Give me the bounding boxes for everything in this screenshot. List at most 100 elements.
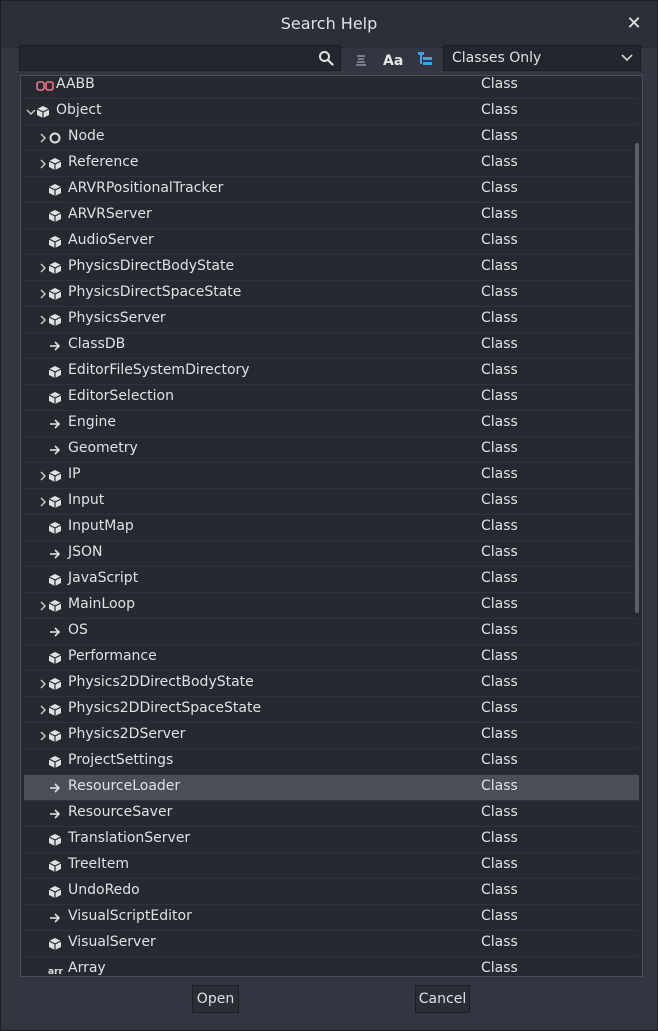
svg-text:arr: arr (48, 967, 64, 977)
object-icon (48, 366, 62, 378)
tree-row[interactable]: Input Class (24, 489, 639, 515)
tree-row-type: Class (481, 934, 518, 950)
tree-row-type: Class (481, 388, 518, 404)
tree-row[interactable]: TreeItem Class (24, 853, 639, 879)
tree-row[interactable]: AABB Class (24, 76, 639, 99)
tree-row-name: Input (68, 492, 105, 508)
tree-row[interactable]: arr Array Class (24, 957, 639, 977)
tree-row-type: Class (481, 206, 518, 222)
object-icon (48, 262, 62, 274)
filter-select[interactable]: Classes Only (443, 45, 641, 71)
tree-row[interactable]: VisualServer Class (24, 931, 639, 957)
tree-row-type: Class (481, 440, 518, 456)
tree-row-name: Performance (68, 648, 157, 664)
object-icon (48, 522, 62, 534)
hierarchy-button[interactable] (413, 47, 437, 71)
tree-row-type: Class (481, 960, 518, 976)
tree-row[interactable]: PhysicsDirectBodyState Class (24, 255, 639, 281)
object-icon (48, 704, 62, 716)
close-button[interactable]: ✕ (623, 13, 645, 35)
tree-row[interactable]: JSON Class (24, 541, 639, 567)
hierarchy-icon (418, 52, 432, 65)
arrow-right-icon (50, 783, 61, 793)
tree-row[interactable]: ResourceLoader Class (24, 775, 639, 801)
class-tree[interactable]: AABB Class Object Class Node Class Reference Cl… (20, 75, 643, 977)
tree-row[interactable]: AudioServer Class (24, 229, 639, 255)
tree-row[interactable]: EditorFileSystemDirectory Class (24, 359, 639, 385)
vertical-scrollbar[interactable] (635, 143, 639, 613)
tree-row-name: Physics2DDirectBodyState (68, 674, 254, 690)
tree-row[interactable]: ARVRServer Class (24, 203, 639, 229)
tree-row-name: Object (56, 102, 102, 118)
arrow-right-icon (50, 549, 61, 559)
cancel-button[interactable]: Cancel (415, 985, 470, 1013)
tree-row[interactable]: PhysicsServer Class (24, 307, 639, 333)
tree-row-name: Node (68, 128, 105, 144)
tree-row[interactable]: OS Class (24, 619, 639, 645)
chevron-down-icon (621, 54, 633, 62)
tree-row-name: ResourceLoader (68, 778, 181, 794)
tree-row-name: UndoRedo (68, 882, 140, 898)
arrow-right-icon (50, 809, 61, 819)
tree-row-type: Class (481, 154, 518, 170)
tree-row[interactable]: Engine Class (24, 411, 639, 437)
tree-row-type: Class (481, 466, 518, 482)
tree-row[interactable]: Node Class (24, 125, 639, 151)
tree-row-name: ResourceSaver (68, 804, 173, 820)
tree-row-name: EditorFileSystemDirectory (68, 362, 250, 378)
tree-row[interactable]: InputMap Class (24, 515, 639, 541)
tree-row-name: AABB (56, 76, 95, 92)
case-sensitive-icon: Aa (383, 53, 403, 69)
object-icon (36, 106, 50, 118)
tree-row[interactable]: Physics2DServer Class (24, 723, 639, 749)
tree-row[interactable]: Reference Class (24, 151, 639, 177)
tree-row-name: MainLoop (68, 596, 135, 612)
tree-row[interactable]: VisualScriptEditor Class (24, 905, 639, 931)
object-icon (48, 288, 62, 300)
tree-row[interactable]: ResourceSaver Class (24, 801, 639, 827)
tree-row-type: Class (481, 804, 518, 820)
dialog-title: Search Help (280, 14, 378, 33)
array-icon: arr (48, 967, 64, 977)
tree-row[interactable]: Physics2DDirectSpaceState Class (24, 697, 639, 723)
case-sensitive-button[interactable]: Aa (380, 47, 404, 71)
tree-row[interactable]: Object Class (24, 99, 639, 125)
tree-row[interactable]: MainLoop Class (24, 593, 639, 619)
search-input[interactable] (26, 49, 310, 69)
tree-row-type: Class (481, 362, 518, 378)
search-box (19, 45, 341, 71)
tree-row-name: InputMap (68, 518, 134, 534)
object-icon (48, 392, 62, 404)
tree-row[interactable]: Physics2DDirectBodyState Class (24, 671, 639, 697)
tree-row-name: PhysicsDirectSpaceState (68, 284, 242, 300)
tree-row[interactable]: IP Class (24, 463, 639, 489)
tree-row[interactable]: ProjectSettings Class (24, 749, 639, 775)
tree-row-type: Class (481, 908, 518, 924)
search-icon[interactable] (318, 50, 334, 66)
sort-tool-button[interactable] (349, 47, 373, 71)
tree-row-name: TranslationServer (68, 830, 191, 846)
tree-row[interactable]: ARVRPositionalTracker Class (24, 177, 639, 203)
tree-row-type: Class (481, 622, 518, 638)
tree-row[interactable]: Geometry Class (24, 437, 639, 463)
open-button[interactable]: Open (192, 985, 239, 1013)
tree-row-name: AudioServer (68, 232, 154, 248)
tree-row[interactable]: JavaScript Class (24, 567, 639, 593)
tree-row-type: Class (481, 778, 518, 794)
tree-row[interactable]: EditorSelection Class (24, 385, 639, 411)
tree-row-type: Class (481, 856, 518, 872)
tree-row-type: Class (481, 544, 518, 560)
tree-row[interactable]: UndoRedo Class (24, 879, 639, 905)
tree-row[interactable]: TranslationServer Class (24, 827, 639, 853)
object-icon (48, 938, 62, 950)
tree-row-name: PhysicsServer (68, 310, 166, 326)
object-icon (48, 678, 62, 690)
tree-row-name: PhysicsDirectBodyState (68, 258, 235, 274)
tree-row-type: Class (481, 310, 518, 326)
node-icon (49, 132, 61, 144)
search-help-dialog: Search Help ✕ Aa Classes Only AABB Class… (0, 0, 658, 1031)
tree-row-type: Class (481, 726, 518, 742)
tree-row[interactable]: Performance Class (24, 645, 639, 671)
tree-row[interactable]: PhysicsDirectSpaceState Class (24, 281, 639, 307)
tree-row[interactable]: ClassDB Class (24, 333, 639, 359)
